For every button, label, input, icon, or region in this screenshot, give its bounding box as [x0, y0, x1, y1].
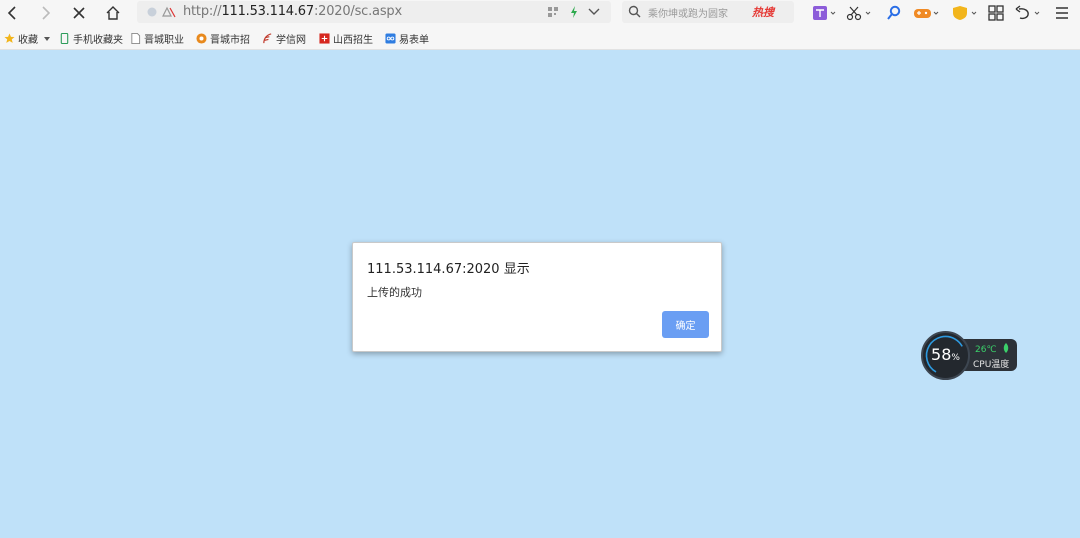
leaf-icon [1004, 343, 1009, 353]
forward-button[interactable] [34, 2, 56, 24]
address-bar[interactable]: http://111.53.114.67:2020/sc.aspx [137, 1, 611, 23]
cpu-load-value: 58% [923, 345, 968, 364]
magnifier-button[interactable] [884, 3, 904, 23]
star-icon [4, 33, 15, 43]
url-path: :2020/sc.aspx [313, 4, 402, 19]
feather-icon [263, 33, 272, 44]
cpu-temperature: 26℃ [975, 343, 1010, 355]
cpu-load-unit: % [951, 353, 960, 363]
shield-icon [953, 6, 977, 20]
bookmark-label: 学信网 [276, 35, 306, 46]
translate-button[interactable] [812, 3, 838, 23]
home-button[interactable] [102, 2, 124, 24]
screenshot-button[interactable] [845, 3, 873, 23]
game-button[interactable] [913, 3, 941, 23]
bookmark-label: 易表单 [399, 35, 429, 46]
cpu-label: CPU温度 [973, 360, 1010, 370]
dialog-message: 上传的成功 [367, 286, 422, 299]
back-arrow-icon [7, 6, 16, 20]
undo-icon [1015, 5, 1040, 20]
bookmark-mobile[interactable]: 手机收藏夹 [59, 31, 123, 46]
browser-toolbar: http://111.53.114.67:2020/sc.aspx 乘你坤或跑为… [0, 0, 1080, 26]
chevron-down-icon[interactable] [588, 7, 600, 17]
scissors-icon [846, 6, 871, 21]
hot-search-label[interactable]: 热搜 [752, 4, 774, 20]
grid-icon [988, 5, 1004, 21]
bookmark-label: 手机收藏夹 [73, 35, 123, 46]
cpu-load-gauge: 58% [921, 331, 970, 380]
alert-dialog: 111.53.114.67:2020 显示 上传的成功 确定 [352, 242, 722, 352]
bookmark-favorites[interactable]: 收藏 [4, 31, 50, 46]
gamepad-icon [914, 9, 939, 18]
apps-button[interactable] [987, 3, 1005, 23]
back-button[interactable] [2, 2, 24, 24]
search-icon [628, 5, 641, 18]
hamburger-menu-icon [1056, 7, 1068, 19]
security-icon[interactable] [162, 6, 176, 18]
cpu-load-number: 58 [931, 345, 952, 364]
undo-button[interactable] [1014, 3, 1042, 23]
cpu-monitor-widget[interactable]: 58% 26℃ CPU温度 [921, 331, 1018, 380]
bookmark-label: 晋城市招 [210, 35, 250, 46]
qr-code-icon[interactable] [547, 6, 559, 18]
cpu-temperature-value: 26℃ [975, 345, 997, 355]
bookmark-label: 晋城职业 [144, 35, 184, 46]
menu-button[interactable] [1052, 3, 1072, 23]
bookmark-item[interactable]: 晋城市招 [196, 31, 250, 46]
site-info-icon[interactable] [147, 7, 157, 17]
ok-button[interactable]: 确定 [662, 311, 709, 338]
url-host: 111.53.114.67 [221, 4, 314, 19]
blue-square-icon [385, 33, 396, 44]
stop-button[interactable] [68, 2, 90, 24]
close-icon [73, 7, 85, 19]
lightning-icon[interactable] [569, 5, 579, 19]
bookmarks-bar: 收藏 手机收藏夹 晋城职业 晋城市招 学信网 山西招生 易表单 [0, 26, 1080, 50]
url-scheme: http:// [183, 4, 222, 19]
home-icon [106, 6, 120, 20]
search-input[interactable]: 乘你坤或跑为圆家 [648, 5, 740, 20]
translate-icon [813, 6, 836, 20]
bookmark-item[interactable]: 易表单 [385, 31, 429, 46]
red-square-icon [319, 33, 330, 44]
bookmark-label: 山西招生 [333, 35, 373, 46]
forward-arrow-icon [42, 6, 51, 20]
badge-icon [196, 33, 207, 44]
bookmark-item[interactable]: 学信网 [262, 31, 306, 46]
dialog-title: 111.53.114.67:2020 显示 [367, 262, 530, 277]
url-text[interactable]: http://111.53.114.67:2020/sc.aspx [183, 4, 402, 19]
magnifier-icon [887, 5, 901, 20]
bookmark-item[interactable]: 晋城职业 [130, 31, 184, 46]
bookmark-item[interactable]: 山西招生 [319, 31, 373, 46]
phone-icon [60, 33, 69, 44]
caret-down-icon[interactable] [44, 36, 50, 42]
bookmark-label: 收藏 [18, 35, 38, 46]
search-box[interactable]: 乘你坤或跑为圆家 热搜 [622, 1, 794, 23]
shield-button[interactable] [951, 3, 979, 23]
page-icon [131, 33, 141, 44]
